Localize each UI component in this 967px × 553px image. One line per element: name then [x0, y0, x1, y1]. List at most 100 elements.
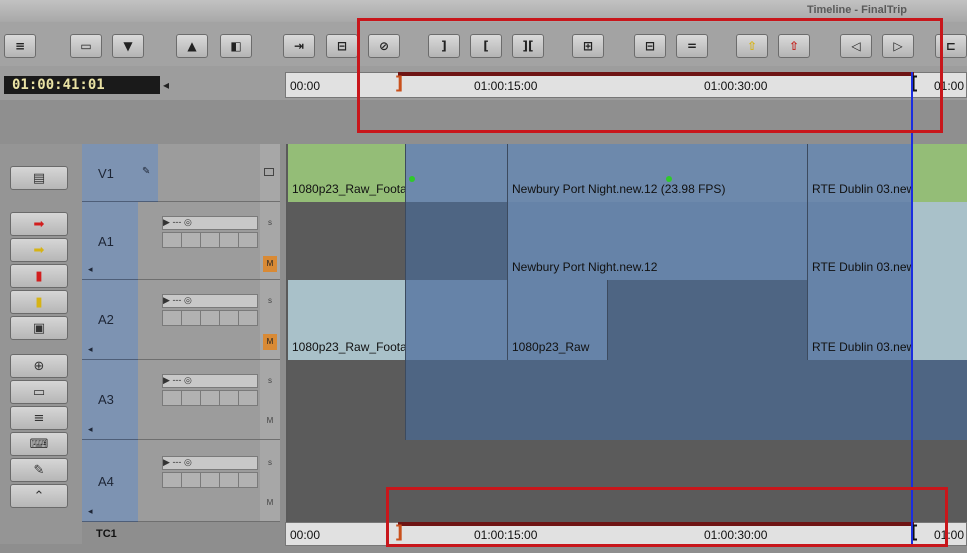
audio-controls[interactable]: ▶ --- ◎ [162, 294, 258, 330]
audio-controls[interactable]: ▶ --- ◎ [162, 216, 258, 252]
clip-v1-1b[interactable] [406, 144, 508, 202]
play-icon: ▶ [163, 295, 170, 305]
loop-icon: ◎ [183, 217, 192, 227]
track-controls-a3: ▶ --- ◎ [138, 360, 260, 440]
down-arrow-icon: ▼ [123, 39, 133, 53]
mute-button[interactable]: M [263, 334, 277, 350]
tc1-label: TC1 [96, 528, 117, 540]
clip-a1-2[interactable]: Newbury Port Night.new.12 [508, 202, 808, 280]
solo-button[interactable]: s [263, 376, 277, 388]
solo-mute-a2: s M [260, 280, 280, 360]
loop-icon: ◎ [183, 375, 192, 385]
solo-button[interactable]: s [263, 458, 277, 470]
position-indicator[interactable] [911, 72, 913, 544]
lift-overwrite-button[interactable]: ⇥ [283, 34, 315, 58]
toggle-source-button[interactable]: ◧ [220, 34, 252, 58]
clip-name: 1080p23_Raw [512, 340, 590, 354]
audio-control-strip[interactable]: ▶ --- ◎ [162, 294, 258, 308]
track-panel-button[interactable]: ▤ [10, 166, 68, 190]
link-button[interactable]: ⊕ [10, 354, 68, 378]
clip-a2-3[interactable] [608, 280, 808, 360]
collapse-icon: ◂ [88, 344, 93, 354]
track-selector-v1[interactable]: V1 [82, 144, 138, 202]
red-splice-icon: ▮ [35, 268, 43, 284]
extract-icon: ⊟ [336, 39, 348, 53]
sliders-icon: ≡ [33, 410, 45, 426]
keyboard-button[interactable]: ⌨ [10, 432, 68, 456]
mute-button[interactable]: M [263, 256, 277, 272]
clip-name: 1080p23_Raw_Footage.06.new [292, 182, 405, 196]
ruler-label-start: 00:00 [290, 79, 321, 93]
audio-controls[interactable]: ▶ --- ◎ [162, 374, 258, 410]
pen-button[interactable]: ✎ [10, 458, 68, 482]
clip-v1-3[interactable]: RTE Dublin 03.new.02 [808, 144, 912, 202]
highlight-box-bottom [386, 487, 948, 547]
dash-icon: --- [172, 295, 182, 305]
track-name: V1 [98, 166, 114, 181]
mute-button[interactable]: M [263, 416, 277, 428]
clip-v1-4[interactable] [912, 144, 967, 202]
clip-a1-1[interactable] [406, 202, 508, 280]
track-selector-a1[interactable]: A1 ◂ [82, 202, 138, 280]
clip-a2-1[interactable]: 1080p23_Raw_Footage.06.new [288, 280, 406, 360]
frame-button[interactable]: ▣ [10, 316, 68, 340]
fast-menu-button[interactable]: ⌃ [10, 484, 68, 508]
lock-icon[interactable]: ✎ [138, 144, 158, 202]
timecode-display[interactable]: 01:00:41:01 [4, 76, 160, 94]
track-name: A3 [98, 392, 114, 407]
track-panel-icon: ▤ [32, 170, 46, 186]
monitor-icon: ▭ [32, 384, 46, 400]
clip-v1-1[interactable]: 1080p23_Raw_Footage.06.new [288, 144, 406, 202]
loop-icon: ◎ [183, 457, 192, 467]
audio-meter-cells [162, 232, 258, 248]
clip-v1-2[interactable]: Newbury Port Night.new.12 (23.98 FPS) [508, 144, 808, 202]
audio-control-strip[interactable]: ▶ --- ◎ [162, 374, 258, 388]
collapse-icon: ◂ [88, 264, 93, 274]
solo-button[interactable]: s [263, 218, 277, 230]
mute-button[interactable]: M [263, 498, 277, 510]
clip-a1-4[interactable] [912, 202, 967, 280]
track-selector-a4[interactable]: A4 ◂ [82, 440, 138, 522]
sliders-palette-button[interactable]: ≡ [10, 406, 68, 430]
solo-mute-a3: s M [260, 360, 280, 440]
clip-a3-1[interactable] [406, 360, 967, 440]
audio-meter-cells [162, 390, 258, 406]
extract-button[interactable]: ⊟ [326, 34, 358, 58]
audio-control-strip[interactable]: ▶ --- ◎ [162, 216, 258, 230]
track-monitor-v1[interactable] [260, 144, 280, 202]
monitor-palette-button[interactable]: ▭ [10, 380, 68, 404]
red-arrow-button[interactable]: ➡ [10, 212, 68, 236]
track-selector-a3[interactable]: A3 ◂ [82, 360, 138, 440]
solo-mute-a1: s M [260, 202, 280, 280]
monitor-icon: ▭ [80, 39, 92, 53]
dash-icon: --- [172, 457, 182, 467]
timecode-track-label[interactable]: TC1 [82, 524, 138, 544]
red-splice-button[interactable]: ▮ [10, 264, 68, 288]
video-monitor-icon [264, 168, 274, 176]
solo-button[interactable]: s [263, 296, 277, 308]
clip-a2-2[interactable]: 1080p23_Raw [508, 280, 608, 360]
clip-name: 1080p23_Raw_Footage.06.new [292, 340, 405, 354]
monitor-button[interactable]: ▭ [70, 34, 102, 58]
clip-a2-4[interactable]: RTE Dublin 03.new.02 [808, 280, 912, 360]
up-arrow-icon: ▲ [187, 39, 197, 53]
clip-a1-3[interactable]: RTE Dublin 03.new.02 [808, 202, 912, 280]
audio-control-strip[interactable]: ▶ --- ◎ [162, 456, 258, 470]
collapse-icon: ◂ [88, 424, 93, 434]
step-up-button[interactable]: ▲ [176, 34, 208, 58]
audio-controls[interactable]: ▶ --- ◎ [162, 456, 258, 492]
audio-meter-cells [162, 472, 258, 488]
step-down-button[interactable]: ▼ [112, 34, 144, 58]
track-selector-a2[interactable]: A2 ◂ [82, 280, 138, 360]
frame-icon: ▣ [32, 320, 46, 336]
settings-sliders-button[interactable]: ≡ [4, 34, 36, 58]
clip-a2-1b[interactable] [406, 280, 508, 360]
keyboard-icon: ⌨ [29, 436, 49, 452]
clip-a2-5[interactable] [912, 280, 967, 360]
timecode-arrow-icon[interactable]: ◂ [163, 76, 177, 94]
yellow-arrow-button[interactable]: ➡ [10, 238, 68, 262]
fast-menu-icon: ⌃ [33, 488, 45, 504]
yellow-splice-button[interactable]: ▮ [10, 290, 68, 314]
play-icon: ▶ [163, 457, 170, 467]
highlight-box-top [357, 18, 943, 133]
